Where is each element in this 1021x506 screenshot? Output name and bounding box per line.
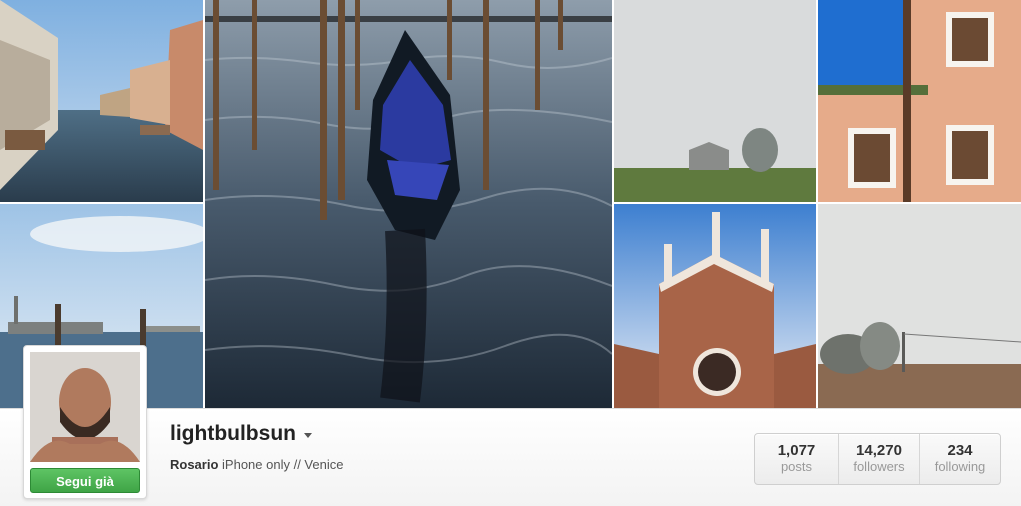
photo-misty-field[interactable] [818,204,1021,408]
photo-mosaic [0,0,1021,408]
full-name: Rosario [170,457,219,472]
photo-orange-facade[interactable] [818,0,1021,202]
chevron-down-icon[interactable] [303,433,312,438]
stat-posts-label: posts [780,459,813,474]
username-row: lightbulbsun [170,422,312,446]
stat-followers-value: 14,270 [856,442,902,459]
stat-posts[interactable]: 1,077 posts [755,434,838,484]
stat-posts-value: 1,077 [777,442,816,459]
avatar[interactable] [30,352,140,462]
stat-following[interactable]: 234 following [919,434,1000,484]
bio-text: iPhone only // Venice [222,457,344,472]
stats-box: 1,077 posts 14,270 followers 234 followi… [754,433,1001,485]
photo-church[interactable] [614,204,816,408]
photo-foggy-house[interactable] [614,0,816,202]
username: lightbulbsun [170,422,296,445]
bio: Rosario iPhone only // Venice [170,457,343,472]
follow-button[interactable]: Segui già [30,468,140,493]
avatar-card: Segui già [23,345,147,499]
stat-following-value: 234 [947,442,973,459]
photo-grand-canal[interactable] [0,0,203,202]
photo-gondola[interactable] [205,0,612,408]
stat-followers-label: followers [853,459,905,474]
stat-following-label: following [934,459,986,474]
stat-followers[interactable]: 14,270 followers [838,434,919,484]
